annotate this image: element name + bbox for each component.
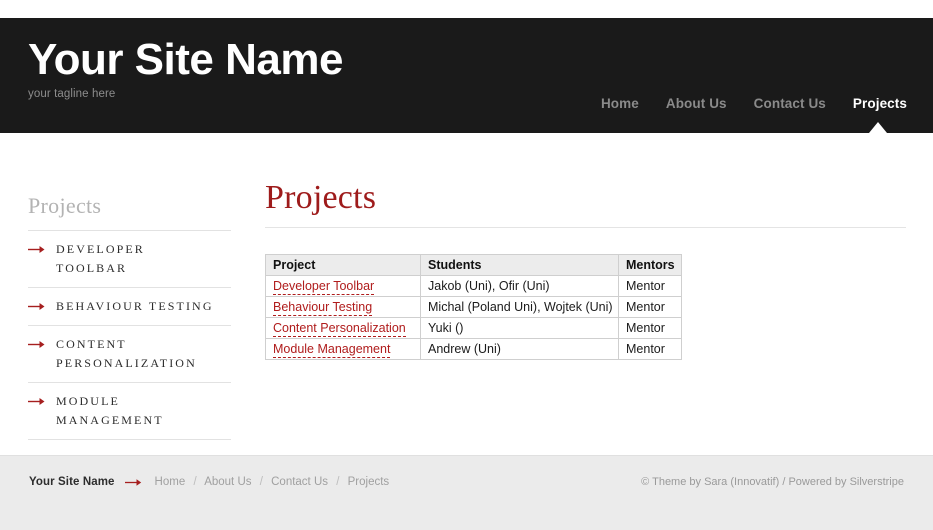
site-header: Your Site Name your tagline here Home Ab… bbox=[0, 18, 933, 133]
page-title: Projects bbox=[265, 178, 906, 218]
sidebar: Projects Developer Toolbar Behaviour Tes… bbox=[28, 193, 231, 440]
project-link[interactable]: Behaviour Testing bbox=[273, 300, 372, 316]
site-footer: Your Site Name Home / About Us / Contact… bbox=[0, 455, 933, 530]
project-link[interactable]: Content Personalization bbox=[273, 321, 406, 337]
footer-separator: / bbox=[260, 476, 263, 488]
brand[interactable]: Your Site Name your tagline here bbox=[28, 36, 343, 100]
arrow-right-icon bbox=[125, 478, 145, 487]
nav-item-about-us[interactable]: About Us bbox=[666, 96, 727, 111]
column-header-mentors: Mentors bbox=[619, 255, 682, 276]
main-area: Projects Developer Toolbar Behaviour Tes… bbox=[0, 133, 933, 455]
footer-nav-item-home[interactable]: Home bbox=[155, 476, 186, 488]
cell-students: Michal (Poland Uni), Wojtek (Uni) bbox=[421, 297, 619, 318]
nav-item-home[interactable]: Home bbox=[601, 96, 639, 111]
table-row: Content Personalization Yuki () Mentor bbox=[266, 318, 682, 339]
footer-separator: / bbox=[336, 476, 339, 488]
nav-item-contact-us[interactable]: Contact Us bbox=[754, 96, 826, 111]
table-header-row: Project Students Mentors bbox=[266, 255, 682, 276]
footer-nav: Home / About Us / Contact Us / Projects bbox=[155, 476, 390, 488]
sidebar-item-label[interactable]: Behaviour Testing bbox=[56, 297, 214, 316]
cell-project: Behaviour Testing bbox=[266, 297, 421, 318]
title-divider bbox=[265, 227, 906, 228]
arrow-right-icon bbox=[28, 340, 50, 349]
sidebar-list: Developer Toolbar Behaviour Testing Cont… bbox=[28, 230, 231, 440]
arrow-right-icon bbox=[28, 302, 50, 311]
cell-mentors: Mentor bbox=[619, 276, 682, 297]
cell-project: Content Personalization bbox=[266, 318, 421, 339]
sidebar-item-label[interactable]: Content Personalization bbox=[56, 335, 216, 373]
footer-separator: / bbox=[193, 476, 196, 488]
footer-nav-item-about-us[interactable]: About Us bbox=[204, 476, 251, 488]
table-row: Developer Toolbar Jakob (Uni), Ofir (Uni… bbox=[266, 276, 682, 297]
project-link[interactable]: Module Management bbox=[273, 342, 390, 358]
cell-students: Andrew (Uni) bbox=[421, 339, 619, 360]
footer-inner: Your Site Name Home / About Us / Contact… bbox=[29, 476, 904, 488]
footer-nav-group: Your Site Name Home / About Us / Contact… bbox=[29, 476, 389, 488]
page-root: Your Site Name your tagline here Home Ab… bbox=[0, 0, 933, 529]
footer-nav-item-projects[interactable]: Projects bbox=[348, 476, 390, 488]
sidebar-item-label[interactable]: Developer Toolbar bbox=[56, 240, 216, 278]
sidebar-title: Projects bbox=[28, 193, 231, 219]
table-row: Module Management Andrew (Uni) Mentor bbox=[266, 339, 682, 360]
active-nav-pointer-icon bbox=[869, 122, 887, 133]
cell-students: Jakob (Uni), Ofir (Uni) bbox=[421, 276, 619, 297]
project-link[interactable]: Developer Toolbar bbox=[273, 279, 374, 295]
cell-mentors: Mentor bbox=[619, 297, 682, 318]
footer-nav-item-contact-us[interactable]: Contact Us bbox=[271, 476, 328, 488]
table-row: Behaviour Testing Michal (Poland Uni), W… bbox=[266, 297, 682, 318]
cell-project: Module Management bbox=[266, 339, 421, 360]
column-header-project: Project bbox=[266, 255, 421, 276]
footer-site-name: Your Site Name bbox=[29, 476, 115, 488]
cell-project: Developer Toolbar bbox=[266, 276, 421, 297]
sidebar-item-developer-toolbar[interactable]: Developer Toolbar bbox=[28, 231, 231, 288]
site-tagline: your tagline here bbox=[28, 88, 343, 100]
column-header-students: Students bbox=[421, 255, 619, 276]
nav-item-projects[interactable]: Projects bbox=[853, 96, 907, 111]
sidebar-item-module-management[interactable]: Module Management bbox=[28, 383, 231, 440]
content-area: Projects Project Students Mentors bbox=[265, 178, 906, 360]
footer-credit: © Theme by Sara (Innovatif) / Powered by… bbox=[641, 476, 904, 488]
arrow-right-icon bbox=[28, 245, 50, 254]
site-name: Your Site Name bbox=[28, 36, 343, 84]
primary-nav: Home About Us Contact Us Projects bbox=[601, 96, 907, 111]
cell-students: Yuki () bbox=[421, 318, 619, 339]
cell-mentors: Mentor bbox=[619, 318, 682, 339]
projects-table: Project Students Mentors Developer Toolb… bbox=[265, 254, 682, 360]
sidebar-item-content-personalization[interactable]: Content Personalization bbox=[28, 326, 231, 383]
sidebar-item-behaviour-testing[interactable]: Behaviour Testing bbox=[28, 288, 231, 326]
cell-mentors: Mentor bbox=[619, 339, 682, 360]
arrow-right-icon bbox=[28, 397, 50, 406]
sidebar-item-label[interactable]: Module Management bbox=[56, 392, 216, 430]
